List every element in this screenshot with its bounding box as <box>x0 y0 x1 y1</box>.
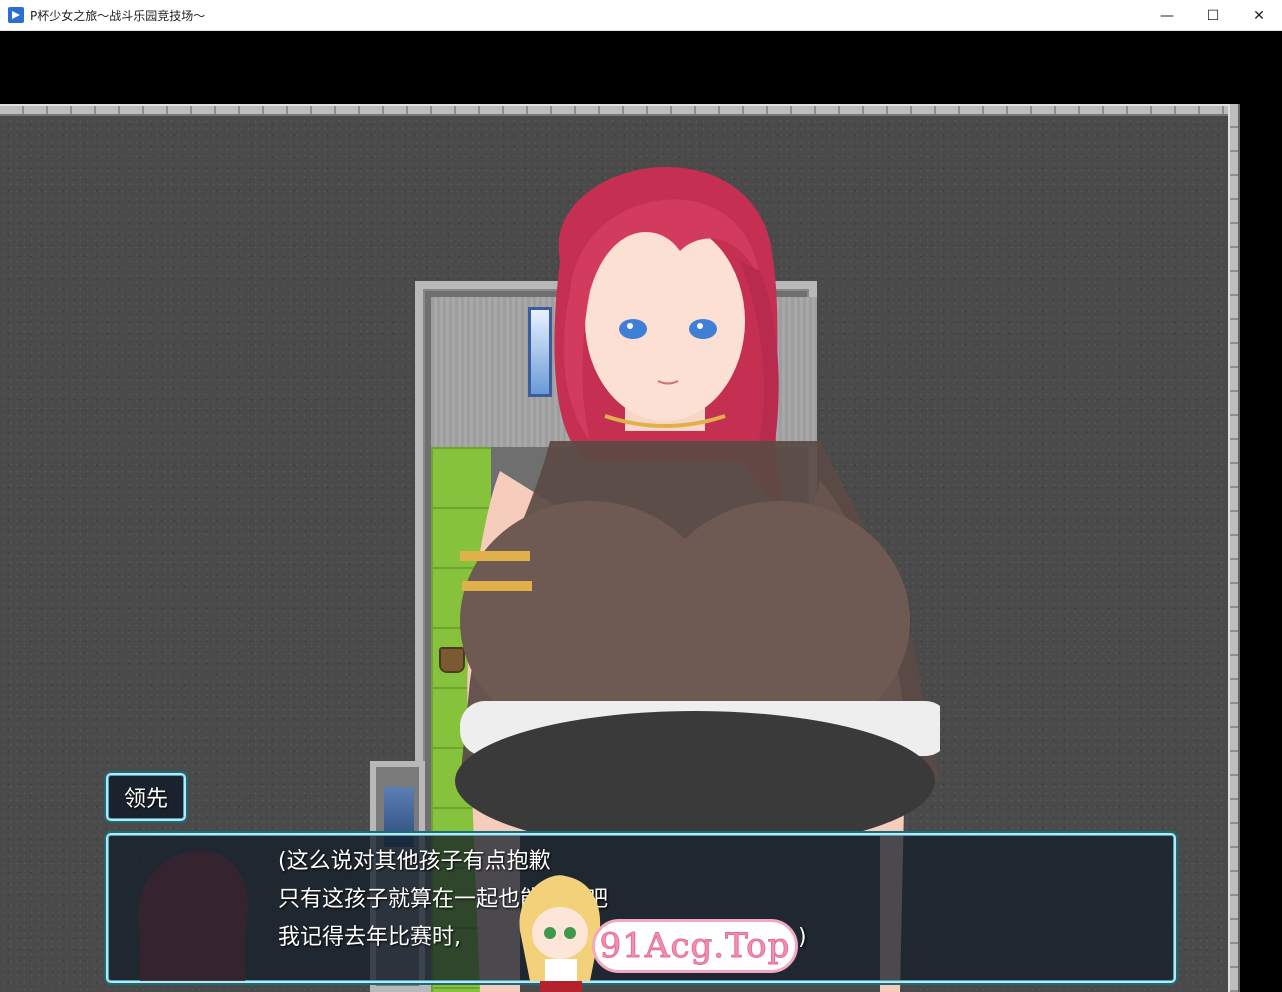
speaker-face-silhouette <box>138 851 248 981</box>
maximize-button[interactable]: ☐ <box>1190 0 1236 31</box>
game-viewport[interactable]: 领先 (这么说对其他孩子有点抱歉 只有这孩子就算在一起也能上场吧 我记得去年比赛… <box>0 31 1282 992</box>
minimize-button[interactable]: — <box>1144 0 1190 31</box>
watermark-text: 91Acg.Top <box>599 926 791 967</box>
close-button[interactable]: ✕ <box>1236 0 1282 31</box>
speaker-name-box: 领先 <box>106 773 186 821</box>
right-wall <box>1228 104 1240 992</box>
window-controls: — ☐ ✕ <box>1144 0 1282 31</box>
speaker-name: 领先 <box>123 787 168 812</box>
watermark-badge: 91Acg.Top <box>592 919 798 973</box>
top-wall <box>0 104 1240 116</box>
window-titlebar: P杯少女之旅～战斗乐园竞技场～ — ☐ ✕ <box>0 0 1282 31</box>
window-title: P杯少女之旅～战斗乐园竞技场～ <box>30 8 206 23</box>
dialog-line-3-text: 我记得去年比赛时, <box>278 925 461 950</box>
watermark: 91Acg.Top <box>500 871 810 992</box>
app-icon <box>8 7 24 23</box>
